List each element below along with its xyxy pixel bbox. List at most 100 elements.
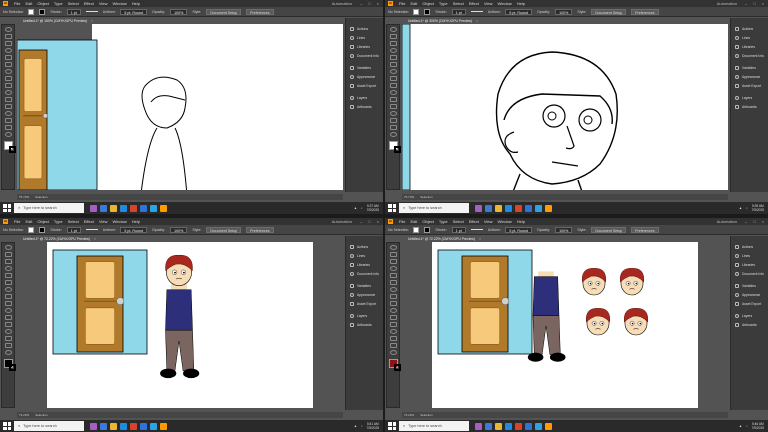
fill-stroke-swatches[interactable] xyxy=(388,359,401,371)
menu-item-select[interactable]: Select xyxy=(68,0,79,7)
maximize-icon[interactable]: □ xyxy=(753,1,755,6)
workspace-switcher[interactable]: Automation xyxy=(332,1,352,6)
store-icon[interactable] xyxy=(140,204,147,212)
panel-libraries[interactable]: Libraries xyxy=(346,260,383,269)
artwork-canvas[interactable] xyxy=(402,24,728,190)
browser-icon[interactable] xyxy=(515,204,522,212)
scale-tool-icon[interactable] xyxy=(4,125,12,130)
rotate-tool-icon[interactable] xyxy=(4,336,12,341)
lasso-tool-icon[interactable] xyxy=(389,266,397,271)
maximize-icon[interactable]: □ xyxy=(368,1,370,6)
menu-item-object[interactable]: Object xyxy=(37,218,49,225)
clock[interactable]: 5:37 AM 7/5/2025 xyxy=(367,204,379,212)
pencil-tool-icon[interactable] xyxy=(4,104,12,109)
minimize-icon[interactable]: – xyxy=(360,1,362,6)
eraser-tool-icon[interactable] xyxy=(4,329,12,334)
clock[interactable]: 5:39 AM 7/5/2025 xyxy=(752,204,764,212)
edge-icon[interactable] xyxy=(120,204,127,212)
panel-lines[interactable]: Lines xyxy=(731,33,768,42)
type-tool-icon[interactable] xyxy=(389,287,397,292)
panel-asset-export[interactable]: Asset Export xyxy=(346,81,383,90)
menu-item-help[interactable]: Help xyxy=(132,218,140,225)
document-setup-button[interactable]: Document Setup xyxy=(206,226,242,233)
task-view-icon[interactable] xyxy=(100,422,107,430)
zoom-level[interactable]: 75.72% xyxy=(404,195,414,199)
canvas-area[interactable] xyxy=(17,242,343,408)
preferences-button[interactable]: Preferences xyxy=(246,8,274,15)
file-explorer-icon[interactable] xyxy=(110,422,117,430)
stroke-swatch[interactable] xyxy=(424,8,431,15)
task-view-icon[interactable] xyxy=(485,422,492,430)
windows-start-icon[interactable] xyxy=(388,204,396,212)
menu-item-help[interactable]: Help xyxy=(517,0,525,7)
rotate-tool-icon[interactable] xyxy=(389,336,397,341)
opacity-field[interactable]: 100% xyxy=(555,8,573,15)
pencil-tool-icon[interactable] xyxy=(389,322,397,327)
panel-actions[interactable]: Actions xyxy=(731,242,768,251)
curvature-tool-icon[interactable] xyxy=(4,280,12,285)
volume-icon[interactable]: ♪ xyxy=(746,206,748,210)
menu-item-window[interactable]: Window xyxy=(497,218,511,225)
menu-item-file[interactable]: File xyxy=(14,218,20,225)
panel-document-info[interactable]: Document Info xyxy=(731,269,768,278)
panel-libraries[interactable]: Libraries xyxy=(731,42,768,51)
brush-profile[interactable]: Uniform xyxy=(488,228,501,232)
maximize-icon[interactable]: □ xyxy=(368,219,370,224)
brush-definition[interactable]: 5 pt. Round xyxy=(120,226,147,233)
store-icon[interactable] xyxy=(525,422,532,430)
artwork-canvas[interactable] xyxy=(402,242,728,408)
pen-tool-icon[interactable] xyxy=(389,273,397,278)
rectangle-tool-icon[interactable] xyxy=(4,301,12,306)
illustrator-icon[interactable] xyxy=(545,422,552,430)
panel-layers[interactable]: Layers xyxy=(731,311,768,320)
taskbar-search-box[interactable]: ⌕ Type here to search xyxy=(399,421,469,431)
menu-item-view[interactable]: View xyxy=(484,218,493,225)
direct-selection-tool-icon[interactable] xyxy=(4,252,12,257)
file-explorer-icon[interactable] xyxy=(495,422,502,430)
menu-item-file[interactable]: File xyxy=(399,0,405,7)
curvature-tool-icon[interactable] xyxy=(389,280,397,285)
photoshop-icon[interactable] xyxy=(535,204,542,212)
stroke-weight-field[interactable]: 1 pt xyxy=(66,226,81,233)
brush-profile[interactable]: Uniform xyxy=(103,228,116,232)
bike-icon[interactable] xyxy=(90,422,97,430)
line-tool-icon[interactable] xyxy=(4,76,12,81)
menu-item-type[interactable]: Type xyxy=(439,218,448,225)
menu-item-select[interactable]: Select xyxy=(453,0,464,7)
photoshop-icon[interactable] xyxy=(150,204,157,212)
fill-swatch[interactable] xyxy=(413,8,420,15)
preferences-button[interactable]: Preferences xyxy=(246,226,274,233)
illustrator-icon[interactable] xyxy=(160,422,167,430)
type-tool-icon[interactable] xyxy=(389,69,397,74)
opacity-field[interactable]: 100% xyxy=(170,8,188,15)
width-tool-icon[interactable] xyxy=(389,132,397,137)
network-icon[interactable]: ▲ xyxy=(739,424,742,428)
line-tool-icon[interactable] xyxy=(4,294,12,299)
line-tool-icon[interactable] xyxy=(389,294,397,299)
lasso-tool-icon[interactable] xyxy=(4,48,12,53)
panel-libraries[interactable]: Libraries xyxy=(731,260,768,269)
file-explorer-icon[interactable] xyxy=(495,204,502,212)
variable-width-profile[interactable] xyxy=(470,11,483,12)
menu-item-window[interactable]: Window xyxy=(112,218,126,225)
width-tool-icon[interactable] xyxy=(4,132,12,137)
minimize-icon[interactable]: – xyxy=(745,219,747,224)
menu-item-object[interactable]: Object xyxy=(37,0,49,7)
rectangle-tool-icon[interactable] xyxy=(389,301,397,306)
menu-item-select[interactable]: Select xyxy=(453,218,464,225)
scale-tool-icon[interactable] xyxy=(389,343,397,348)
menu-item-type[interactable]: Type xyxy=(54,0,63,7)
menu-item-edit[interactable]: Edit xyxy=(25,0,32,7)
menu-item-type[interactable]: Type xyxy=(54,218,63,225)
variable-width-profile[interactable] xyxy=(470,229,483,230)
paintbrush-tool-icon[interactable] xyxy=(4,308,12,313)
menu-item-help[interactable]: Help xyxy=(517,218,525,225)
file-explorer-icon[interactable] xyxy=(110,204,117,212)
fill-stroke-swatches[interactable] xyxy=(3,359,16,371)
close-tab-icon[interactable]: × xyxy=(479,237,481,241)
scale-tool-icon[interactable] xyxy=(4,343,12,348)
width-tool-icon[interactable] xyxy=(4,350,12,355)
illustrator-icon[interactable] xyxy=(545,204,552,212)
photoshop-icon[interactable] xyxy=(535,422,542,430)
direct-selection-tool-icon[interactable] xyxy=(389,252,397,257)
